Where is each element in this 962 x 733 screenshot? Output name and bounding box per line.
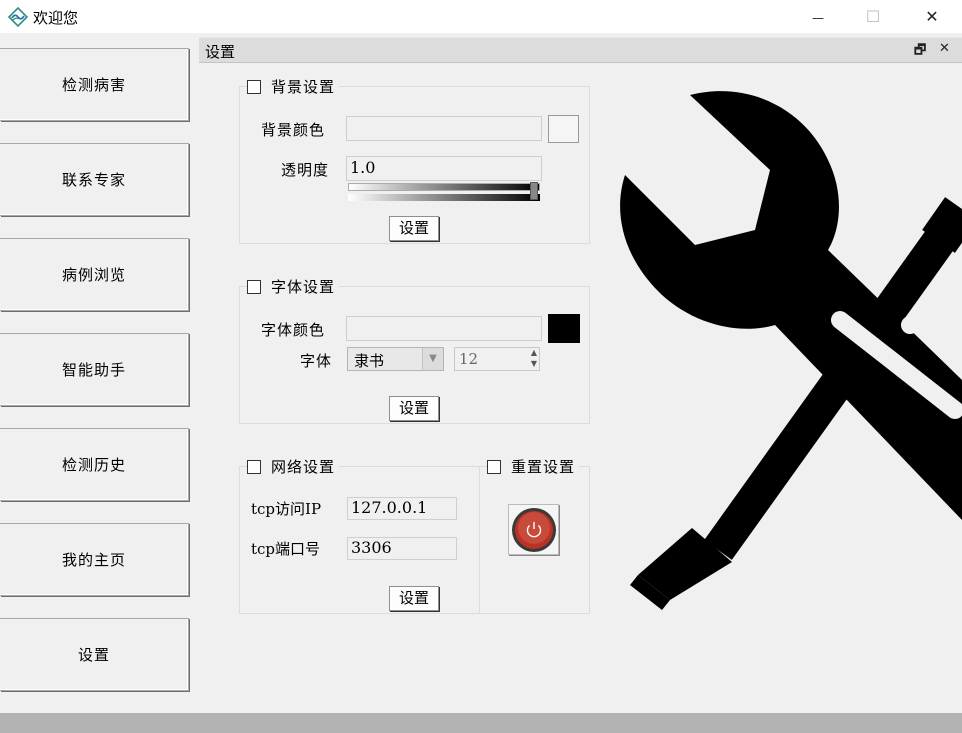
panel-title: 设置 [205,43,236,61]
sidebar-item-homepage[interactable]: 我的主页 [0,523,189,596]
app-logo-icon [8,7,28,27]
background-color-picker-button[interactable] [548,115,579,143]
sidebar-item-detect-disease[interactable]: 检测病害 [0,48,189,121]
font-family-select[interactable]: 隶书 ▼ [347,347,444,371]
panel-close-icon[interactable]: ✕ [939,41,950,56]
network-settings-title: 网络设置 [247,456,340,477]
background-set-button[interactable]: 设置 [389,216,439,241]
spin-down-icon[interactable]: ▼ [531,359,537,368]
sidebar-item-label: 联系专家 [61,171,126,189]
opacity-gradient-bar [348,194,540,201]
reset-settings-checkbox[interactable] [487,459,501,474]
sidebar-item-history[interactable]: 检测历史 [0,428,189,501]
sidebar-item-settings[interactable]: 设置 [0,618,189,691]
sidebar-item-label: 智能助手 [61,361,126,379]
maximize-button[interactable]: ☐ [850,0,896,33]
tcp-port-input[interactable]: 3306 [347,537,457,560]
close-button[interactable]: ✕ [909,0,955,33]
font-settings-title: 字体设置 [247,276,340,297]
status-bar [0,713,962,733]
background-color-label: 背景颜色 [261,121,326,139]
font-size-spinbox[interactable]: 12 ▲ ▼ [454,347,540,371]
sidebar-item-contact-expert[interactable]: 联系专家 [0,143,189,216]
group-title-label: 网络设置 [271,458,336,476]
opacity-slider-track[interactable] [348,183,540,191]
minimize-button[interactable]: — [795,0,841,33]
background-color-field[interactable] [346,116,542,141]
reset-settings-title: 重置设置 [487,456,580,477]
sidebar-item-case-browse[interactable]: 病例浏览 [0,238,189,311]
restore-icon[interactable]: 🗗 [914,41,926,63]
sidebar-item-label: 设置 [77,646,110,664]
font-settings-checkbox[interactable] [247,279,261,294]
group-title-label: 字体设置 [271,278,336,296]
opacity-label: 透明度 [281,161,330,179]
group-title-label: 重置设置 [511,458,576,476]
power-icon [512,508,556,552]
network-settings-checkbox[interactable] [247,459,261,474]
group-title-label: 背景设置 [271,78,336,96]
background-settings-title: 背景设置 [247,76,340,97]
background-settings-checkbox[interactable] [247,79,261,94]
font-family-label: 字体 [300,352,333,370]
sidebar-item-label: 我的主页 [61,551,126,569]
sidebar-item-label: 病例浏览 [61,266,126,284]
font-set-button[interactable]: 设置 [389,396,439,421]
chevron-down-icon: ▼ [422,348,443,370]
tcp-ip-label: tcp访问IP [251,500,322,518]
maximize-icon: ☐ [865,7,881,26]
sidebar-item-assistant[interactable]: 智能助手 [0,333,189,406]
opacity-input[interactable]: 1.0 [346,156,542,181]
close-icon: ✕ [925,7,939,26]
font-color-swatch[interactable] [548,314,580,343]
font-family-value: 隶书 [354,352,385,370]
font-size-value: 12 [459,350,479,368]
tcp-ip-input[interactable]: 127.0.0.1 [347,497,457,520]
font-color-field[interactable] [346,316,542,341]
title-bar: 欢迎您 — ☐ ✕ [0,0,962,33]
reset-button[interactable] [508,504,559,555]
minimize-icon: — [812,11,824,25]
network-set-button[interactable]: 设置 [389,586,439,611]
sidebar-item-label: 检测历史 [61,456,126,474]
tools-icon [620,91,962,610]
sidebar-item-label: 检测病害 [61,76,126,94]
opacity-slider-handle[interactable] [530,182,538,200]
tcp-port-label: tcp端口号 [251,540,321,558]
spin-up-icon[interactable]: ▲ [531,348,537,357]
window-title: 欢迎您 [33,9,79,27]
font-color-label: 字体颜色 [261,321,326,339]
settings-panel-header: 设置 🗗 ✕ [199,37,962,63]
